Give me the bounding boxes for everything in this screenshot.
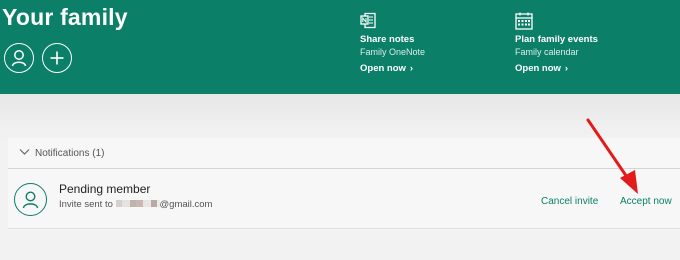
content-background xyxy=(0,94,680,144)
feature-subtitle: Family calendar xyxy=(515,47,579,57)
member-name: Pending member xyxy=(59,182,151,196)
onenote-icon xyxy=(360,12,376,29)
link-label: Open now xyxy=(515,63,561,74)
add-button[interactable] xyxy=(42,43,72,73)
person-icon xyxy=(11,50,27,67)
feature-title: Plan family events xyxy=(515,34,598,45)
share-notes-feature: Share notes Family OneNote Open now › xyxy=(360,12,500,82)
invite-status: Invite sent to @gmail.com xyxy=(59,199,212,210)
calendar-icon xyxy=(515,12,533,30)
notifications-label: Notifications (1) xyxy=(35,148,105,159)
open-onenote-link[interactable]: Open now › xyxy=(360,63,413,74)
list-item: Pending member Invite sent to @gmail.com… xyxy=(8,169,680,229)
plus-icon xyxy=(50,51,64,65)
invite-suffix: @gmail.com xyxy=(159,199,213,210)
redacted-email xyxy=(115,199,160,210)
invite-prefix: Invite sent to xyxy=(59,199,113,210)
feature-title: Share notes xyxy=(360,34,415,45)
feature-subtitle: Family OneNote xyxy=(360,47,426,57)
person-icon xyxy=(22,191,39,209)
plan-events-feature: Plan family events Family calendar Open … xyxy=(515,12,655,82)
page-title: Your family xyxy=(2,4,128,30)
chevron-right-icon: › xyxy=(409,63,414,74)
add-member-person-button[interactable] xyxy=(4,43,34,73)
cancel-invite-button[interactable]: Cancel invite xyxy=(541,196,598,207)
avatar xyxy=(14,183,47,216)
accept-now-button[interactable]: Accept now xyxy=(620,196,672,207)
notifications-toggle[interactable]: Notifications (1) xyxy=(8,140,680,169)
chevron-right-icon: › xyxy=(564,63,569,74)
link-label: Open now xyxy=(360,63,406,74)
family-header: Your family Share notes Family OneNote O… xyxy=(0,0,680,94)
chevron-down-icon xyxy=(19,149,30,155)
open-calendar-link[interactable]: Open now › xyxy=(515,63,568,74)
